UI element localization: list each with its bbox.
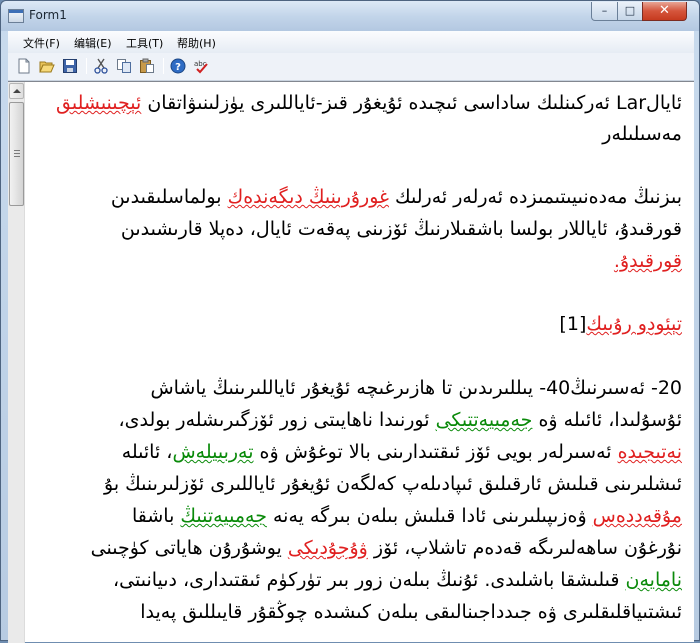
- title-bar[interactable]: Form1 – □ ✕: [1, 1, 699, 31]
- save-disk-icon[interactable]: [62, 58, 78, 74]
- doc-line: ئايالLar ئەركىنلىك ساداسى ئىچىدە ئۇيغۇر …: [56, 92, 682, 114]
- menu-tools[interactable]: 工具(T): [126, 35, 163, 51]
- toolbar-separator: [163, 58, 164, 74]
- misspelled-word[interactable]: قورقىدۇ.: [614, 250, 682, 272]
- copy-icon[interactable]: [116, 58, 132, 74]
- text-editor[interactable]: ئايالLar ئەركىنلىك ساداسى ئىچىدە ئۇيغۇر …: [8, 81, 694, 643]
- document-body[interactable]: ئايالLar ئەركىنلىك ساداسى ئىچىدە ئۇيغۇر …: [28, 82, 692, 643]
- doc-line: ئىشلىرىنى قىلىش ئارقىلىق ئىپادىلەپ كەلگە…: [104, 473, 682, 495]
- misspelled-word[interactable]: تېئودو رۇبىك: [586, 313, 682, 335]
- misspelled-word[interactable]: غورۇرىنىڭ دىگەندەك: [228, 186, 389, 208]
- doc-line: ئۇسۇلىدا، ئائىلە ۋە جەمىيەتتىكى ئورنىدا …: [118, 409, 683, 431]
- scroll-up-button[interactable]: [9, 83, 24, 99]
- doc-line: ئىشتىياقلىقلىرى ۋە جىدداجىنالىقى بىلەن ك…: [140, 601, 682, 623]
- menu-help[interactable]: 帮助(H): [177, 35, 216, 51]
- doc-line: بىزنىڭ مەدەنىيىتىمىزدە ئەرلەر ئەرلىك غور…: [110, 186, 682, 208]
- help-icon[interactable]: ?: [170, 58, 186, 74]
- menu-edit[interactable]: 编辑(E): [74, 35, 112, 51]
- doc-line: نۇرغۇن ساھەلىرىگە قەدەم تاشلاپ، ئۆز ۋۇجۇ…: [90, 537, 682, 559]
- grammar-word[interactable]: جەمىيەتنىڭ: [180, 505, 267, 527]
- app-window: Form1 – □ ✕ 文件(F) 编辑(E) 工具(T) 帮助(H) ? ab…: [0, 0, 700, 643]
- toolbar-separator: [86, 58, 87, 74]
- scrollbar-thumb[interactable]: [9, 102, 24, 206]
- grammar-word[interactable]: تەربىيلەش: [172, 441, 253, 463]
- client-area: 文件(F) 编辑(E) 工具(T) 帮助(H) ? abc ئايالLar ئ…: [8, 31, 694, 643]
- vertical-scrollbar[interactable]: [8, 82, 25, 643]
- svg-text:?: ?: [175, 62, 181, 73]
- doc-line: 20- ئەسىرنىڭ40- يىللىرىدىن تا ھازىرغىچە …: [150, 377, 682, 399]
- grammar-word[interactable]: جەمىيەتتىكى: [436, 409, 533, 431]
- doc-line: نەتىجىدە ئەسىرلەر بويى ئۆز ئىقتىدارىنى ب…: [121, 441, 682, 463]
- misspelled-word[interactable]: ۋۇجۇدىكى: [288, 537, 368, 559]
- minimize-button[interactable]: –: [591, 2, 618, 21]
- doc-line: مەسىلىلەر: [602, 123, 682, 145]
- doc-line: قورقىدۇ.: [614, 250, 682, 272]
- toolbar: ? abc: [8, 53, 694, 81]
- menu-file[interactable]: 文件(F): [23, 35, 60, 51]
- close-button[interactable]: ✕: [642, 2, 687, 21]
- misspelled-word[interactable]: مۇقەددەس: [593, 505, 682, 527]
- new-document-icon[interactable]: [16, 58, 32, 74]
- doc-line: قورقىدۇ، ئاياللار بولسا باشقىلارنىڭ ئۆزى…: [120, 218, 682, 240]
- open-folder-icon[interactable]: [39, 58, 55, 74]
- doc-line: نامايەن قىلىشقا باشلىدى. ئۇنىڭ بىلەن زور…: [113, 569, 682, 591]
- cut-scissors-icon[interactable]: [93, 58, 109, 74]
- footnote-ref[interactable]: [1]: [559, 313, 586, 335]
- window-title: Form1: [29, 8, 67, 22]
- misspelled-word[interactable]: نەتىجىدە: [618, 441, 682, 463]
- spellcheck-icon[interactable]: abc: [193, 58, 209, 74]
- menu-bar: 文件(F) 编辑(E) 工具(T) 帮助(H): [8, 31, 694, 53]
- grammar-word[interactable]: نامايەن: [626, 569, 682, 591]
- doc-line: مۇقەددەس ۋەزىپىلىرىنى ئادا قىلىش بىلەن ب…: [131, 505, 682, 527]
- form-window-icon[interactable]: [8, 9, 24, 23]
- section-heading: تېئودو رۇبىك[1]: [559, 313, 682, 335]
- misspelled-word[interactable]: ئېچىنىشلىق: [56, 92, 141, 114]
- maximize-button[interactable]: □: [617, 2, 643, 21]
- paste-icon[interactable]: [139, 58, 155, 74]
